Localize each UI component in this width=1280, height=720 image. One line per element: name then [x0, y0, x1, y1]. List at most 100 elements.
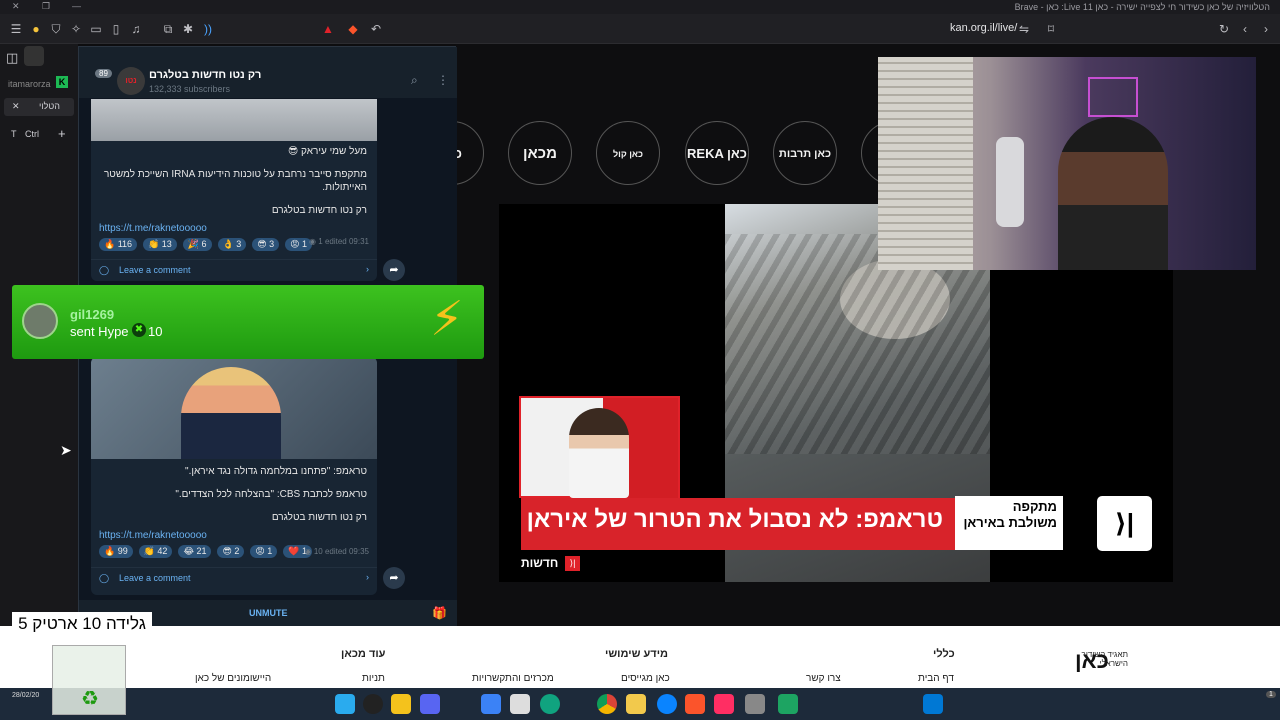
app-icon[interactable] [778, 694, 798, 714]
footer-col-head: כללי [933, 648, 955, 660]
extensions-icon[interactable]: ✱ [180, 21, 196, 37]
comment-bar[interactable]: ◯ Leave a comment › [91, 259, 377, 281]
profile-avatar[interactable] [24, 46, 44, 66]
menu-icon[interactable]: ☰ [8, 21, 24, 37]
obs-app-icon[interactable] [363, 694, 383, 714]
post: טראמפ: "פתחנו במלחמה גדולה נגד איראן." ט… [91, 357, 377, 595]
back-icon[interactable]: ‹ [1237, 21, 1253, 37]
window-title: הטלוויזיה של כאן כשידור חי לצפייה ישירה … [1014, 2, 1270, 12]
url-bar[interactable]: kan.org.il/live/ [950, 22, 1017, 34]
reaction-chip[interactable]: 👏 42 [138, 545, 173, 558]
channel-kol-hamusika[interactable]: כאן קול המוזיקה [596, 121, 660, 223]
post-text-line: מתקפת סייבר נרחבת על טוכנות הידיעות IRNA… [103, 169, 367, 193]
reaction-chip[interactable]: 👌 3 [217, 238, 247, 251]
reaction-chip[interactable]: 👏 13 [143, 238, 177, 251]
close-tab-icon[interactable]: ✕ [12, 101, 20, 112]
minimize-icon[interactable]: — [72, 1, 81, 11]
post-text-line: טראמפ: "פתחנו במלחמה גדולה נגד איראן." [185, 466, 367, 477]
post-link[interactable]: https://t.me/raknetooooo [91, 223, 377, 234]
edge-app-icon[interactable] [657, 694, 677, 714]
app-icon[interactable] [391, 694, 411, 714]
unmute-button[interactable]: UNMUTE [249, 608, 288, 618]
reaction-chip[interactable]: 😡 1 [285, 238, 312, 251]
post-text-line: רק נטו חדשות בטלגרם [271, 205, 367, 216]
view-count: 10 [313, 547, 323, 556]
brave-app-icon[interactable] [685, 694, 705, 714]
telegram-app-icon[interactable] [335, 694, 355, 714]
restore-icon[interactable]: ❐ [42, 1, 50, 12]
app-icon[interactable] [481, 694, 501, 714]
streamer [1058, 117, 1168, 270]
channel-makan[interactable]: מכאן [508, 121, 572, 185]
chrome-app-icon[interactable] [597, 694, 617, 714]
windows-start-icon[interactable] [923, 694, 943, 714]
reaction-chip[interactable]: 🔥 116 [99, 238, 138, 251]
post-link[interactable]: https://t.me/raknetooooo [91, 530, 377, 541]
user-avatar [22, 303, 58, 339]
new-tab-icon[interactable]: + [58, 126, 66, 141]
close-icon[interactable]: ✕ [12, 1, 20, 12]
reaction-chip[interactable]: 😡 1 [250, 545, 278, 558]
comment-bar[interactable]: ◯ Leave a comment › [91, 567, 377, 589]
forward-icon[interactable]: › [1258, 21, 1274, 37]
reaction-chip[interactable]: 🎉 6 [182, 238, 212, 251]
share-icon[interactable]: ↶ [368, 21, 384, 37]
sidebar-icon[interactable]: ▯ [108, 21, 124, 37]
channel-name[interactable]: רק נטו חדשות בטלגרם [149, 69, 261, 81]
explorer-app-icon[interactable] [626, 694, 646, 714]
screenshot-icon[interactable]: ⧉ [160, 21, 176, 37]
search-icon[interactable]: ⌕ [411, 73, 418, 88]
forward-button[interactable]: ➦ [383, 567, 405, 589]
comment-icon: ◯ [99, 573, 110, 583]
channel-tarbut[interactable]: כאן תרבות [773, 121, 837, 185]
footer-col-head: מידע שימושי [605, 648, 669, 660]
footer-link[interactable]: צרו קשר [806, 673, 841, 684]
vertical-tabs-sidebar: ◫ itamarorza K ✕ הטלוי T Ctrl + ➤ [0, 44, 78, 688]
gift-icon[interactable]: 🎁 [432, 606, 447, 620]
wallet-icon[interactable]: ● [28, 21, 44, 37]
footer-link[interactable]: היישומונים של כאן [195, 673, 271, 684]
recycle-bin-icon[interactable]: ♻ [52, 645, 126, 715]
lightning-icon: ⚡ [430, 293, 464, 346]
channel-avatar[interactable]: נטו [117, 67, 145, 95]
sidebar-toggle-icon[interactable]: ◫ [6, 50, 18, 66]
app-icon[interactable] [745, 694, 765, 714]
bookmark-icon[interactable]: ⌑ [1043, 21, 1059, 37]
more-icon[interactable]: ⋮ [437, 73, 449, 87]
footer-link[interactable]: תניות [362, 673, 385, 684]
reload-icon[interactable]: ↻ [1216, 21, 1232, 37]
brave-shield-icon[interactable]: ◆ [345, 21, 361, 37]
post-image [91, 99, 377, 141]
shield-icon[interactable]: ⛉ [48, 21, 64, 37]
post-text-line: מעל שמי עיראק 😎 [287, 146, 367, 157]
reaction-chip[interactable]: 😂 21 [178, 545, 212, 558]
tune-icon[interactable]: ⇋ [1016, 21, 1032, 37]
footer-col-head: עוד מכאן [341, 648, 386, 660]
app-icon[interactable] [510, 694, 530, 714]
footer-link[interactable]: דף הבית [918, 673, 954, 684]
taskbar: 28/02/20 1 [0, 688, 1280, 720]
audio-icon[interactable]: )) [200, 21, 216, 37]
puzzle-icon[interactable]: ✧ [68, 21, 84, 37]
chevron-right-icon: › [366, 572, 369, 582]
kan-footer: כאן תאגיד השידור הישראלי כללי דף הבית צר… [0, 626, 1280, 688]
music-icon[interactable]: ♫ [128, 21, 144, 37]
channel-reka[interactable]: REKA כאן [685, 121, 749, 185]
tab-kan[interactable]: ✕ הטלוי [4, 98, 74, 116]
figma-app-icon[interactable] [714, 694, 734, 714]
kick-icon[interactable]: K [56, 76, 68, 88]
discord-app-icon[interactable] [420, 694, 440, 714]
wallet-card-icon[interactable]: ▭ [88, 21, 104, 37]
footer-link[interactable]: כאן מגייסים [621, 673, 670, 684]
reaction-chip[interactable]: 🔥 99 [99, 545, 133, 558]
chatgpt-app-icon[interactable] [540, 694, 560, 714]
rewards-icon[interactable]: ▲ [320, 21, 336, 37]
window-titlebar: הטלוויזיה של כאן כשידור חי לצפייה ישירה … [0, 0, 1280, 14]
reaction-chip[interactable]: 😎 3 [252, 238, 280, 251]
reaction-chip[interactable]: 😎 2 [217, 545, 245, 558]
forward-button[interactable]: ➦ [383, 259, 405, 281]
comment-label: Leave a comment [119, 265, 191, 275]
footer-link[interactable]: מכרזים והתקשרויות [472, 673, 554, 684]
edited-time: edited 09:35 [324, 547, 369, 556]
notification-badge: 1 [1266, 691, 1276, 698]
